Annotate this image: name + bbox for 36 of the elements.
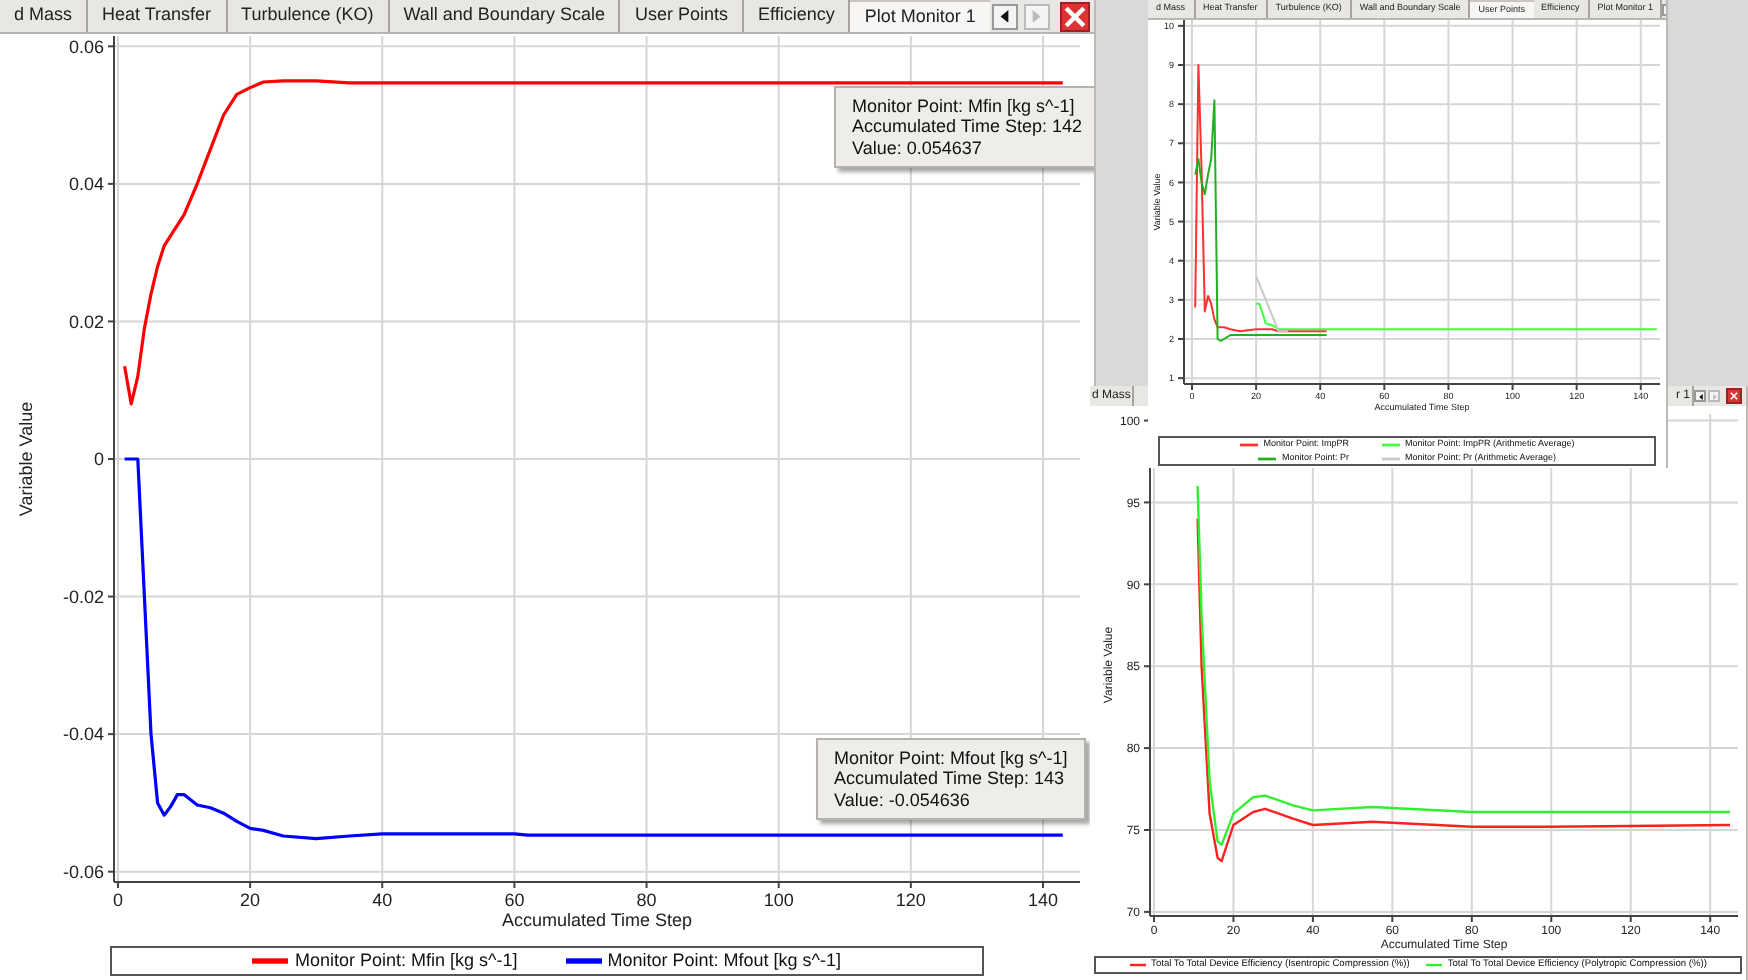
left-triangle-icon xyxy=(998,9,1012,23)
tooltip-text: Value: -0.054636 xyxy=(834,789,972,811)
tooltip-text: Monitor Point: Mfout [kg s^-1] xyxy=(834,748,1068,769)
x-axis-label: Accumulated Time Step xyxy=(501,910,693,930)
legend-label: Monitor Point: Mfout [kg s^-1] xyxy=(607,948,842,974)
tab[interactable]: Plot Monitor 1 xyxy=(850,0,990,32)
tick-label: 0 xyxy=(93,449,104,470)
left-triangle-icon xyxy=(1697,393,1703,399)
tick-label: 20 xyxy=(240,890,261,910)
scroll-left-button[interactable] xyxy=(1694,390,1706,402)
scroll-left-button[interactable] xyxy=(992,3,1018,29)
close-button[interactable] xyxy=(1060,1,1090,31)
tick-label: 120 xyxy=(895,890,926,910)
right-triangle-icon xyxy=(1711,393,1717,399)
close-icon xyxy=(1730,392,1738,400)
tooltip-text: Accumulated Time Step: 142 xyxy=(852,116,1083,138)
tooltip-text: Monitor Point: Mfin [kg s^-1] xyxy=(852,96,1077,117)
tick-label: -0.02 xyxy=(62,586,104,607)
tick-label: 140 xyxy=(1027,890,1059,910)
tooltip-text: Accumulated Time Step: 143 xyxy=(834,768,1067,790)
legend-label: Monitor Point: Mfin [kg s^-1] xyxy=(294,948,518,974)
tick-label: 40 xyxy=(372,890,393,910)
y-axis-label: Variable Value xyxy=(16,401,36,517)
tick-label: 80 xyxy=(636,890,657,910)
tick-label: 100 xyxy=(763,890,794,910)
close-icon xyxy=(1064,5,1086,27)
tick-label: 0 xyxy=(112,890,123,910)
tick-label: 0.06 xyxy=(68,36,104,57)
tick-label: 0.02 xyxy=(68,311,104,332)
close-button[interactable] xyxy=(1726,388,1742,404)
tick-label: 60 xyxy=(504,890,525,910)
tick-label: -0.04 xyxy=(62,724,104,745)
tooltip-text: Value: 0.054637 xyxy=(852,137,984,159)
right-triangle-icon xyxy=(1030,9,1044,23)
tick-label: 0.04 xyxy=(68,174,104,195)
tick-label: -0.06 xyxy=(62,862,104,882)
